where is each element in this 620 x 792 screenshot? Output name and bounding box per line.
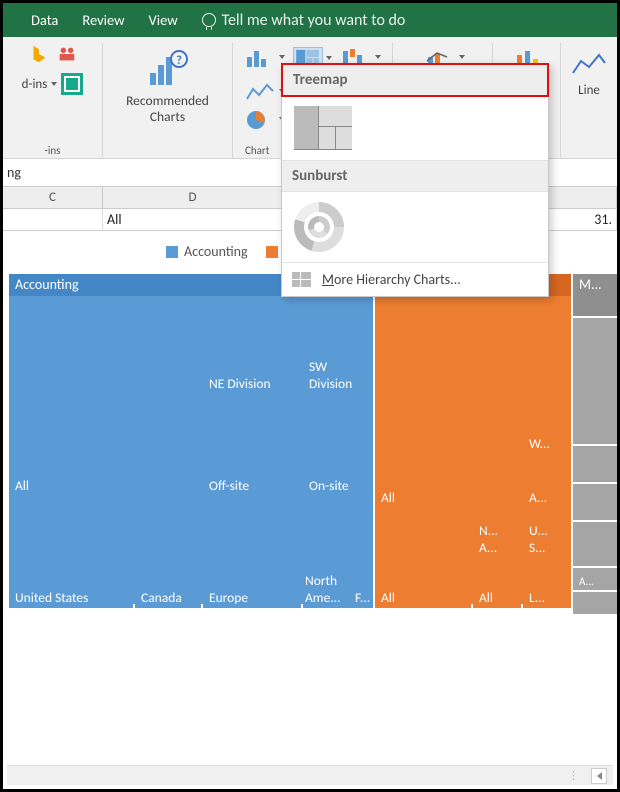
scroll-left-button[interactable] [591,768,607,784]
recommended-charts-label[interactable]: Recommended Charts [126,93,209,124]
chevron-down-icon [51,82,57,86]
swatch-marketing-icon [266,246,278,258]
tab-review[interactable]: Review [82,11,124,29]
column-header-c[interactable]: C [3,187,103,208]
tab-data[interactable]: Data [31,11,58,29]
treemap-cell: A... [523,456,571,508]
treemap-series-management: M... A... [573,274,617,604]
treemap-cell: United States [9,498,133,608]
treemap-cell: All [375,298,521,508]
legend-accounting: Accounting [166,243,248,260]
treemap-cell: All [375,510,471,608]
cell-c[interactable] [3,209,103,230]
treemap-cell: On-site [303,396,373,496]
ribbon-tab-bar: Data Review View Tell me what you want t… [3,3,617,37]
treemap-chart: Accounting All NE Division SW Division O… [9,274,611,604]
treemap-cell [573,484,617,520]
treemap-cell: All [473,560,521,608]
recommended-charts-group: ? Recommended Charts [103,43,233,159]
treemap-cell: Canada [135,498,201,608]
treemap-cell: L... [523,560,571,608]
pie-chart-button[interactable] [245,109,275,131]
cell-d[interactable]: All [103,209,283,230]
svg-text:?: ? [176,54,182,68]
treemap-cell: N... A... [473,510,521,558]
lightbulb-icon [202,13,216,27]
group-label-addins: -ins [45,144,61,157]
treemap-chart-option[interactable] [294,106,352,150]
addins-label: d-ins [22,77,48,92]
more-hierarchy-label: MMore Hierarchy Charts...ore Hierarchy C… [322,271,461,288]
column-header-d[interactable]: D [103,187,283,208]
legend-accounting-label: Accounting [184,243,248,260]
treemap-cell: Europe [203,498,301,608]
treemap-cell: A... [573,568,617,590]
treemap-series-accounting: Accounting All NE Division SW Division O… [9,274,373,604]
sunburst-chart-option[interactable] [294,202,344,252]
treemap-small-icon [292,272,312,288]
treemap-series-marketing: Marketing All W... A... All N... A... U.… [375,274,571,604]
treemap-cell: F... [353,498,371,608]
sparkline-line-label[interactable]: Line [578,83,600,98]
group-label-charts: Chart [245,144,269,157]
treemap-cell: Off-site [203,396,301,496]
treemap-cell: U... S... [523,510,571,558]
tell-me-search[interactable]: Tell me what you want to do [202,11,406,30]
more-hierarchy-charts[interactable]: MMore Hierarchy Charts...ore Hierarchy C… [282,262,548,296]
store-icon [61,73,83,95]
swatch-accounting-icon [166,246,178,258]
chevron-down-icon [375,55,381,59]
treemap-cell: W... [523,298,571,454]
tell-me-label: Tell me what you want to do [222,11,406,30]
bing-maps-icon[interactable] [28,43,50,65]
sheet-handle-icon[interactable]: ⋮ [568,769,581,782]
dropdown-heading-sunburst: Sunburst [282,160,548,192]
triangle-left-icon [597,772,602,780]
treemap-cell: NE Division [203,298,301,394]
line-chart-button[interactable] [245,81,275,103]
treemap-cell: All [9,298,201,496]
dropdown-heading-treemap: Treemap [281,63,549,97]
people-graph-icon[interactable] [56,43,78,65]
tab-view[interactable]: View [149,11,178,29]
my-addins-button[interactable]: d-ins [22,73,84,95]
recommended-charts-icon[interactable]: ? [146,47,190,91]
formula-bar-content: ng [7,164,21,181]
treemap-cell [573,592,617,614]
treemap-head-management: M... [573,274,617,316]
chevron-down-icon [459,55,465,59]
chevron-down-icon [279,55,285,59]
sparkline-line-icon[interactable] [571,51,607,79]
horizontal-scrollbar[interactable]: ⋮ [7,765,613,785]
treemap-cell [573,318,617,444]
hierarchy-chart-dropdown: Treemap Sunburst MMore Hierarchy Charts.… [281,63,549,297]
treemap-cell [573,522,617,566]
column-chart-button[interactable] [245,47,275,69]
addins-group: d-ins -ins [3,43,103,159]
sparklines-group: Line [561,43,617,159]
treemap-cell [573,446,617,482]
treemap-cell: SW Division [303,298,373,394]
chevron-down-icon [326,56,332,60]
